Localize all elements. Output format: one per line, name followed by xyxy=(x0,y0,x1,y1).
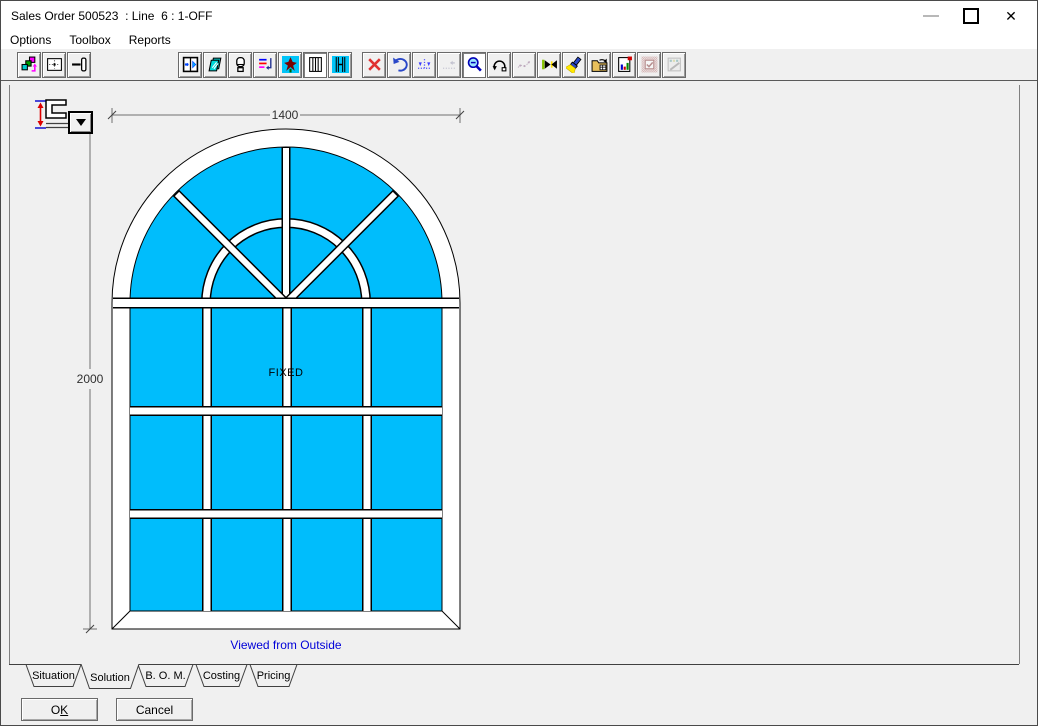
specification-list-icon xyxy=(257,56,274,73)
minimize-icon xyxy=(923,15,939,17)
flip-button[interactable] xyxy=(487,52,511,78)
toolbar xyxy=(1,49,1037,81)
torch-button[interactable] xyxy=(562,52,586,78)
zoom-button[interactable] xyxy=(462,52,486,78)
glazing-button[interactable] xyxy=(203,52,227,78)
fit-extents-button[interactable] xyxy=(42,52,66,78)
svg-text:Situation: Situation xyxy=(32,670,75,682)
titlebar: Sales Order 500523 : Line 6 : 1-OFF ✕ xyxy=(1,1,1037,31)
add-dimension-button[interactable] xyxy=(412,52,436,78)
viewed-from-caption: Viewed from Outside xyxy=(230,638,341,652)
window-design-canvas[interactable]: 1400 2000 xyxy=(10,85,1019,664)
export-order-button[interactable] xyxy=(587,52,611,78)
maximize-button[interactable] xyxy=(951,1,991,31)
menu-toolbox[interactable]: Toolbox xyxy=(60,32,119,48)
frame-design-icon xyxy=(182,56,199,73)
remove-dimension-button[interactable] xyxy=(437,52,461,78)
menubar: Options Toolbox Reports xyxy=(1,31,1037,49)
delete-icon xyxy=(366,56,383,73)
hardware-icon xyxy=(232,56,249,73)
glazing-icon xyxy=(207,56,224,73)
report-chart-button[interactable] xyxy=(612,52,636,78)
width-dimension-value: 1400 xyxy=(272,108,299,122)
flip-icon xyxy=(491,56,508,73)
ok-button[interactable]: OK xyxy=(21,698,98,721)
app-window: Sales Order 500523 : Line 6 : 1-OFF ✕ Op… xyxy=(0,0,1038,726)
delete-button[interactable] xyxy=(362,52,386,78)
hardware-button[interactable] xyxy=(228,52,252,78)
frame-section-icon xyxy=(71,56,88,73)
undo-button[interactable] xyxy=(387,52,411,78)
close-button[interactable]: ✕ xyxy=(991,1,1031,31)
vent-icon xyxy=(282,56,299,73)
cancel-button[interactable]: Cancel xyxy=(116,698,193,721)
svg-text:B. O. M.: B. O. M. xyxy=(145,670,185,682)
design-panel: 1400 2000 xyxy=(9,85,1020,664)
close-icon: ✕ xyxy=(1005,8,1017,25)
swap-button[interactable] xyxy=(537,52,561,78)
remove-dimension-icon xyxy=(441,56,458,73)
tab-situation[interactable]: Situation xyxy=(26,665,81,687)
copy-profiles-icon xyxy=(21,56,38,73)
annotate-icon xyxy=(516,56,533,73)
window-controls: ✕ xyxy=(911,1,1031,31)
copy-profiles-button[interactable] xyxy=(17,52,41,78)
minimize-button[interactable] xyxy=(911,1,951,31)
toolbar-gap xyxy=(92,64,178,65)
window-title: Sales Order 500523 : Line 6 : 1-OFF xyxy=(11,9,212,23)
tab-solution-active[interactable]: Solution xyxy=(81,664,139,689)
frame-design-button[interactable] xyxy=(178,52,202,78)
tab-costing[interactable]: Costing xyxy=(196,665,247,687)
export-order-icon xyxy=(591,56,608,73)
window-drawing[interactable]: FIXED xyxy=(112,129,460,629)
notes-icon xyxy=(666,56,683,73)
specification-list-button[interactable] xyxy=(253,52,277,78)
swap-icon xyxy=(541,56,558,73)
report-chart-icon xyxy=(616,56,633,73)
vent-button[interactable] xyxy=(278,52,302,78)
transom-icon xyxy=(332,56,349,73)
maximize-icon xyxy=(963,8,979,24)
tab-bom[interactable]: B. O. M. xyxy=(138,665,193,687)
annotate-button[interactable] xyxy=(512,52,536,78)
fit-extents-icon xyxy=(46,56,63,73)
tabstrip: Situation B. O. M. Costing Pricing Solut… xyxy=(9,664,1019,691)
mullion-icon xyxy=(307,56,324,73)
transom-button[interactable] xyxy=(328,52,352,78)
menu-reports[interactable]: Reports xyxy=(120,32,180,48)
height-dimension-value: 2000 xyxy=(77,372,104,386)
zoom-icon xyxy=(466,56,483,73)
pane-label: FIXED xyxy=(269,367,304,379)
toolbar-gap xyxy=(353,64,362,65)
menu-options[interactable]: Options xyxy=(1,32,60,48)
frame-section-button[interactable] xyxy=(67,52,91,78)
torch-icon xyxy=(566,56,583,73)
add-dimension-icon xyxy=(416,56,433,73)
undo-icon xyxy=(391,56,408,73)
notes-button[interactable] xyxy=(662,52,686,78)
svg-text:Solution: Solution xyxy=(90,672,130,684)
mullion-button[interactable] xyxy=(303,52,327,78)
red-check-button[interactable] xyxy=(637,52,661,78)
svg-text:Pricing: Pricing xyxy=(257,670,291,682)
profile-dropdown-button[interactable] xyxy=(68,111,93,134)
red-check-icon xyxy=(641,56,658,73)
tab-pricing[interactable]: Pricing xyxy=(250,665,297,687)
chevron-down-icon xyxy=(76,119,86,126)
svg-text:Costing: Costing xyxy=(203,670,240,682)
height-dimension: 2000 xyxy=(77,134,104,633)
width-dimension: 1400 xyxy=(108,108,464,123)
